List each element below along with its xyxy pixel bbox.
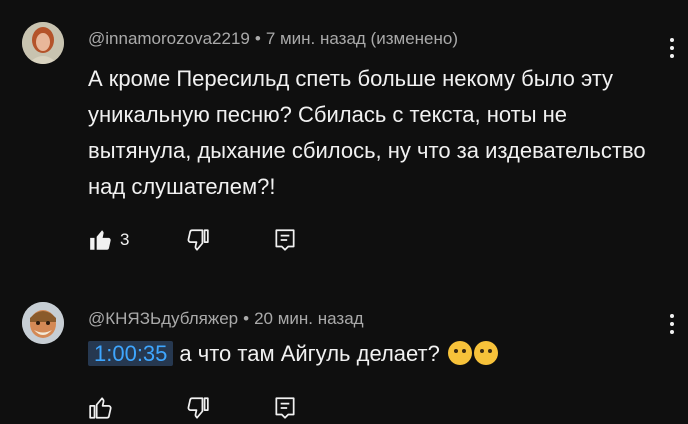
thumb-up-icon bbox=[90, 230, 111, 250]
more-vert-icon[interactable] bbox=[662, 34, 682, 62]
timestamp-link[interactable]: 1:00:35 bbox=[88, 341, 174, 366]
author-name[interactable]: @КНЯЗЬдубляжер bbox=[88, 309, 238, 328]
comment-meta: @innamorozova2219 • 7 мин. назад (изменено… bbox=[88, 29, 458, 49]
more-vert-icon[interactable] bbox=[662, 310, 682, 338]
reply-button[interactable] bbox=[272, 226, 298, 254]
separator-dot: • bbox=[243, 309, 250, 328]
comment-item: @innamorozova2219 • 7 мин. назад (изменено… bbox=[0, 0, 688, 280]
thinking-face-raised-eyebrow-icon bbox=[447, 341, 472, 365]
thumb-up-icon bbox=[89, 397, 112, 419]
thumb-down-icon bbox=[187, 397, 209, 419]
comment-text-content: а что там Айгуль делает? bbox=[179, 341, 440, 366]
separator-dot: • bbox=[254, 29, 261, 48]
comment-time: 7 мин. назад (изменено) bbox=[265, 29, 458, 48]
like-button[interactable]: 3 bbox=[88, 226, 129, 254]
avatar[interactable] bbox=[22, 302, 64, 344]
reply-icon bbox=[275, 397, 295, 419]
author-name[interactable]: @innamorozova2219 bbox=[88, 29, 250, 48]
reply-icon bbox=[275, 229, 295, 251]
avatar[interactable] bbox=[22, 22, 64, 64]
comment-text: А кроме Пересильд спеть больше некому бы… bbox=[88, 66, 646, 199]
reply-button[interactable] bbox=[272, 394, 298, 422]
like-button[interactable] bbox=[88, 394, 114, 422]
dislike-button[interactable] bbox=[184, 226, 210, 254]
comment-meta: @КНЯЗЬдубляжер • 20 мин. назад bbox=[88, 309, 364, 329]
like-count: 3 bbox=[120, 230, 130, 249]
dislike-button[interactable] bbox=[184, 394, 210, 422]
thinking-face-raised-eyebrow-icon bbox=[473, 341, 498, 365]
comment-text: 1:00:35 а что там Айгуль делает? bbox=[88, 336, 648, 372]
comment-time: 20 мин. назад bbox=[254, 309, 364, 328]
thumb-down-icon bbox=[187, 229, 209, 251]
comment-item: @КНЯЗЬдубляжер • 20 мин. назад 1:00:35 а чт… bbox=[0, 280, 688, 424]
